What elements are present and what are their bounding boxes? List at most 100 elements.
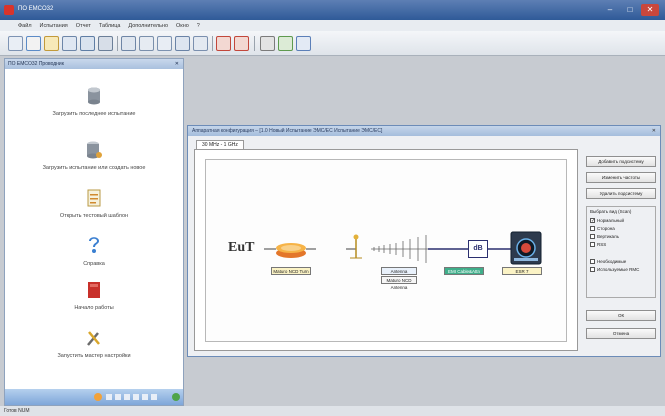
explorer-item-help[interactable]: Справка: [5, 235, 183, 267]
delete-device-button[interactable]: Удалить подсистему: [586, 188, 656, 199]
app-icon: [4, 5, 14, 15]
table-icon[interactable]: [44, 36, 59, 51]
explorer-bottom-bar: [5, 389, 183, 405]
option-label: Сторона: [597, 226, 615, 231]
tab-frequency-range[interactable]: 30 MHz - 1 GHz: [196, 140, 244, 149]
close-button[interactable]: ✕: [641, 4, 659, 16]
save-icon[interactable]: [98, 36, 113, 51]
dialog-title: Аппаратная конфигурация – [1.0 Новый Исп…: [192, 128, 383, 134]
explorer-item-label: Открыть тестовый шаблон: [59, 213, 129, 219]
antenna-mast-icon: [350, 234, 362, 259]
edit-icon[interactable]: [260, 36, 275, 51]
add-device-button[interactable]: Добавить подсистему: [586, 156, 656, 167]
menu-window[interactable]: Окно: [176, 23, 189, 29]
toolbar-separator: [212, 36, 213, 51]
hardware-config-dialog: Аппаратная конфигурация – [1.0 Новый Исп…: [187, 125, 661, 357]
cable-label[interactable]: EMI Cable&Attn: [444, 267, 484, 275]
network-icon[interactable]: [278, 36, 293, 51]
antenna-label[interactable]: Antenna HL562E: [381, 267, 417, 281]
explorer-title-text: ПО EMCO32 Проводник: [8, 61, 64, 67]
dialog-close-icon[interactable]: ✕: [652, 126, 656, 136]
menu-report[interactable]: Отчет: [76, 23, 91, 29]
menu-table[interactable]: Таблица: [99, 23, 121, 29]
database-icon: [87, 87, 101, 107]
option-vertical[interactable]: Вертикаль: [590, 234, 619, 239]
menu-bar: Файл Испытания Отчет Таблица Дополнитель…: [0, 20, 665, 31]
option-used-rmc[interactable]: Используемые RMC: [590, 267, 639, 272]
scan-icon[interactable]: [175, 36, 190, 51]
database-add-icon: [86, 141, 102, 161]
option-label: Вертикаль: [597, 234, 620, 239]
menu-file[interactable]: Файл: [18, 23, 32, 29]
option-rss[interactable]: RSS: [590, 242, 606, 247]
scan-view-group-label: Выбрать вид (Scan): [590, 209, 632, 214]
explorer-close-icon[interactable]: ✕: [175, 59, 179, 69]
device-icon[interactable]: [121, 36, 136, 51]
window-titlebar: ПО EMCO32 – □ ✕: [0, 0, 665, 20]
dialog-titlebar: Аппаратная конфигурация – [1.0 Новый Исп…: [188, 126, 660, 136]
option-normal-checkbox[interactable]: ✓: [590, 218, 595, 224]
tools-icon[interactable]: [234, 36, 249, 51]
print-icon[interactable]: [80, 36, 95, 51]
minimize-button[interactable]: –: [601, 4, 619, 16]
option-normal[interactable]: ✓ Нормальный: [590, 218, 625, 224]
option-label: RSS: [597, 242, 607, 247]
settings-icon[interactable]: [216, 36, 231, 51]
option-required[interactable]: Необходимые: [590, 259, 626, 264]
toolbar: [0, 31, 665, 56]
menu-help[interactable]: ?: [197, 23, 200, 29]
attenuator-block[interactable]: dB: [468, 240, 488, 258]
option-label: Нормальный: [597, 218, 625, 223]
explorer-item-label: Начало работы: [74, 305, 114, 311]
option-used-rmc-checkbox[interactable]: [590, 267, 595, 272]
explorer-item-label: Загрузить испытание или создать новое: [42, 165, 146, 171]
measure-icon[interactable]: [139, 36, 154, 51]
explorer-item-load-last[interactable]: Загрузить последнее испытание: [5, 87, 183, 117]
option-vertical-checkbox[interactable]: [590, 234, 595, 239]
maximize-button[interactable]: □: [621, 4, 639, 16]
diagram-canvas: EuT dB Maturo NCD Turn Antenna HL562E EM…: [194, 149, 578, 351]
explorer-item-label: Справка: [83, 261, 105, 267]
new-icon[interactable]: [8, 36, 23, 51]
antenna-icon[interactable]: [193, 36, 208, 51]
explorer-item-setup-wizard[interactable]: Запустить мастер настройки: [5, 329, 183, 359]
help-icon: [87, 235, 101, 257]
window-title: ПО EMCO32: [18, 6, 54, 12]
menu-tests[interactable]: Испытания: [40, 23, 68, 29]
explorer-item-open-template[interactable]: Открыть тестовый шаблон: [5, 189, 183, 219]
chart-icon[interactable]: [26, 36, 41, 51]
scan-view-group: Выбрать вид (Scan) ✓ Нормальный Сторона …: [586, 206, 656, 298]
antenna-tower-icon[interactable]: [296, 36, 311, 51]
option-required-checkbox[interactable]: [590, 259, 595, 264]
explorer-item-getting-started[interactable]: Начало работы: [5, 281, 183, 311]
explorer-item-load-or-create[interactable]: Загрузить испытание или создать новое: [5, 141, 183, 171]
status-bar: Готов NUM: [0, 406, 665, 416]
open-icon[interactable]: [62, 36, 77, 51]
menu-extras[interactable]: Дополнительно: [128, 23, 168, 29]
option-side-checkbox[interactable]: [590, 226, 595, 231]
option-rss-checkbox[interactable]: [590, 242, 595, 247]
option-label: Необходимые: [597, 259, 627, 264]
explorer-panel: ПО EMCO32 Проводник ✕ Загрузить последне…: [4, 58, 184, 406]
cancel-button[interactable]: Отмена: [586, 328, 656, 339]
receiver-label[interactable]: ESR 7: [502, 267, 542, 275]
eut-label: EuT: [228, 240, 255, 255]
diagram-area: EuT dB Maturo NCD Turn Antenna HL562E EM…: [205, 159, 567, 342]
library-icon[interactable]: [157, 36, 172, 51]
explorer-item-label: Загрузить последнее испытание: [52, 111, 136, 117]
status-text: Готов NUM: [4, 408, 30, 414]
antenna-mast-label[interactable]: Maturo NCD Antenna: [381, 276, 417, 290]
turntable-icon: [276, 243, 306, 258]
receiver-icon: [510, 231, 542, 265]
explorer-item-label: Запустить мастер настройки: [57, 353, 131, 359]
template-icon: [87, 189, 101, 209]
book-icon: [87, 281, 101, 301]
change-frequencies-button[interactable]: Изменить частоты: [586, 172, 656, 183]
option-label: Используемые RMC: [597, 267, 640, 272]
turntable-label[interactable]: Maturo NCD Turn: [271, 267, 311, 275]
antenna-icon: [371, 235, 428, 263]
window-controls: – □ ✕: [601, 4, 659, 16]
ok-button[interactable]: ОК: [586, 310, 656, 321]
explorer-title: ПО EMCO32 Проводник ✕: [5, 59, 183, 69]
option-side[interactable]: Сторона: [590, 226, 615, 231]
